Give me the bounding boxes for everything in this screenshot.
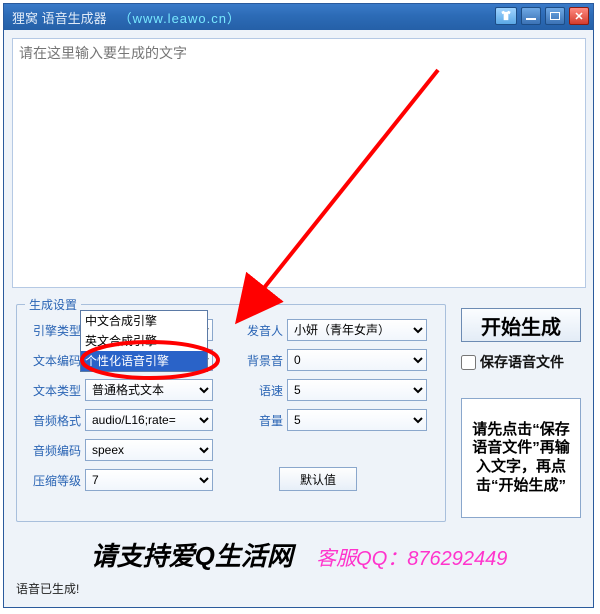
app-url: （www.leawo.cn） <box>119 8 241 27</box>
texttype-label: 文本类型 <box>23 382 81 399</box>
defaults-button[interactable]: 默认值 <box>279 467 357 491</box>
window-controls: ✕ <box>495 7 589 25</box>
hint-text: 请先点击“保存语音文件”再输入文字，再点击“开始生成” <box>470 421 572 496</box>
maximize-button[interactable] <box>545 7 565 25</box>
speed-label: 语速 <box>239 382 283 399</box>
titlebar[interactable]: 狸窝 语音生成器 （www.leawo.cn） ✕ <box>4 4 593 30</box>
engine-dropdown-list[interactable]: 中文合成引擎 英文合成引擎 个性化语音引擎 <box>80 310 208 372</box>
bgm-select[interactable]: 0 <box>287 349 427 371</box>
skin-icon[interactable] <box>495 7 517 25</box>
save-checkbox-row[interactable]: 保存语音文件 <box>461 352 564 372</box>
texttype-select[interactable]: 普通格式文本 <box>85 379 213 401</box>
audioenc-label: 音频编码 <box>23 442 81 459</box>
compress-select[interactable]: 7 <box>85 469 213 491</box>
speaker-label: 发音人 <box>239 322 283 339</box>
footer: 请支持爱Q生活网 客服QQ：876292449 <box>14 536 584 573</box>
bgm-label: 背景音 <box>239 352 283 369</box>
hint-box: 请先点击“保存语音文件”再输入文字，再点击“开始生成” <box>461 398 581 518</box>
close-button[interactable]: ✕ <box>569 7 589 25</box>
save-checkbox[interactable] <box>461 355 476 370</box>
status-text: 语音已生成! <box>16 580 79 597</box>
qq-text: 客服QQ：876292449 <box>316 548 507 570</box>
dropdown-item[interactable]: 中文合成引擎 <box>81 311 207 331</box>
start-button[interactable]: 开始生成 <box>461 308 581 342</box>
app-window: 狸窝 语音生成器 （www.leawo.cn） ✕ 生成设置 引擎类型 中文合成… <box>3 3 594 608</box>
speed-select[interactable]: 5 <box>287 379 427 401</box>
audiofmt-label: 音频格式 <box>23 412 81 429</box>
app-title: 狸窝 语音生成器 <box>12 8 107 27</box>
dropdown-item[interactable]: 英文合成引擎 <box>81 331 207 351</box>
volume-label: 音量 <box>239 412 283 429</box>
dropdown-item-selected[interactable]: 个性化语音引擎 <box>81 351 207 371</box>
volume-select[interactable]: 5 <box>287 409 427 431</box>
speaker-select[interactable]: 小妍（青年女声） <box>287 319 427 341</box>
save-checkbox-label: 保存语音文件 <box>480 352 564 372</box>
audiofmt-select[interactable]: audio/L16;rate= <box>85 409 213 431</box>
audioenc-select[interactable]: speex <box>85 439 213 461</box>
textenc-label: 文本编码 <box>23 352 81 369</box>
engine-label: 引擎类型 <box>23 322 81 339</box>
minimize-button[interactable] <box>521 7 541 25</box>
settings-legend: 生成设置 <box>25 296 81 313</box>
support-text: 请支持爱Q生活网 <box>91 541 293 571</box>
compress-label: 压缩等级 <box>23 472 81 489</box>
text-input[interactable] <box>12 38 586 288</box>
